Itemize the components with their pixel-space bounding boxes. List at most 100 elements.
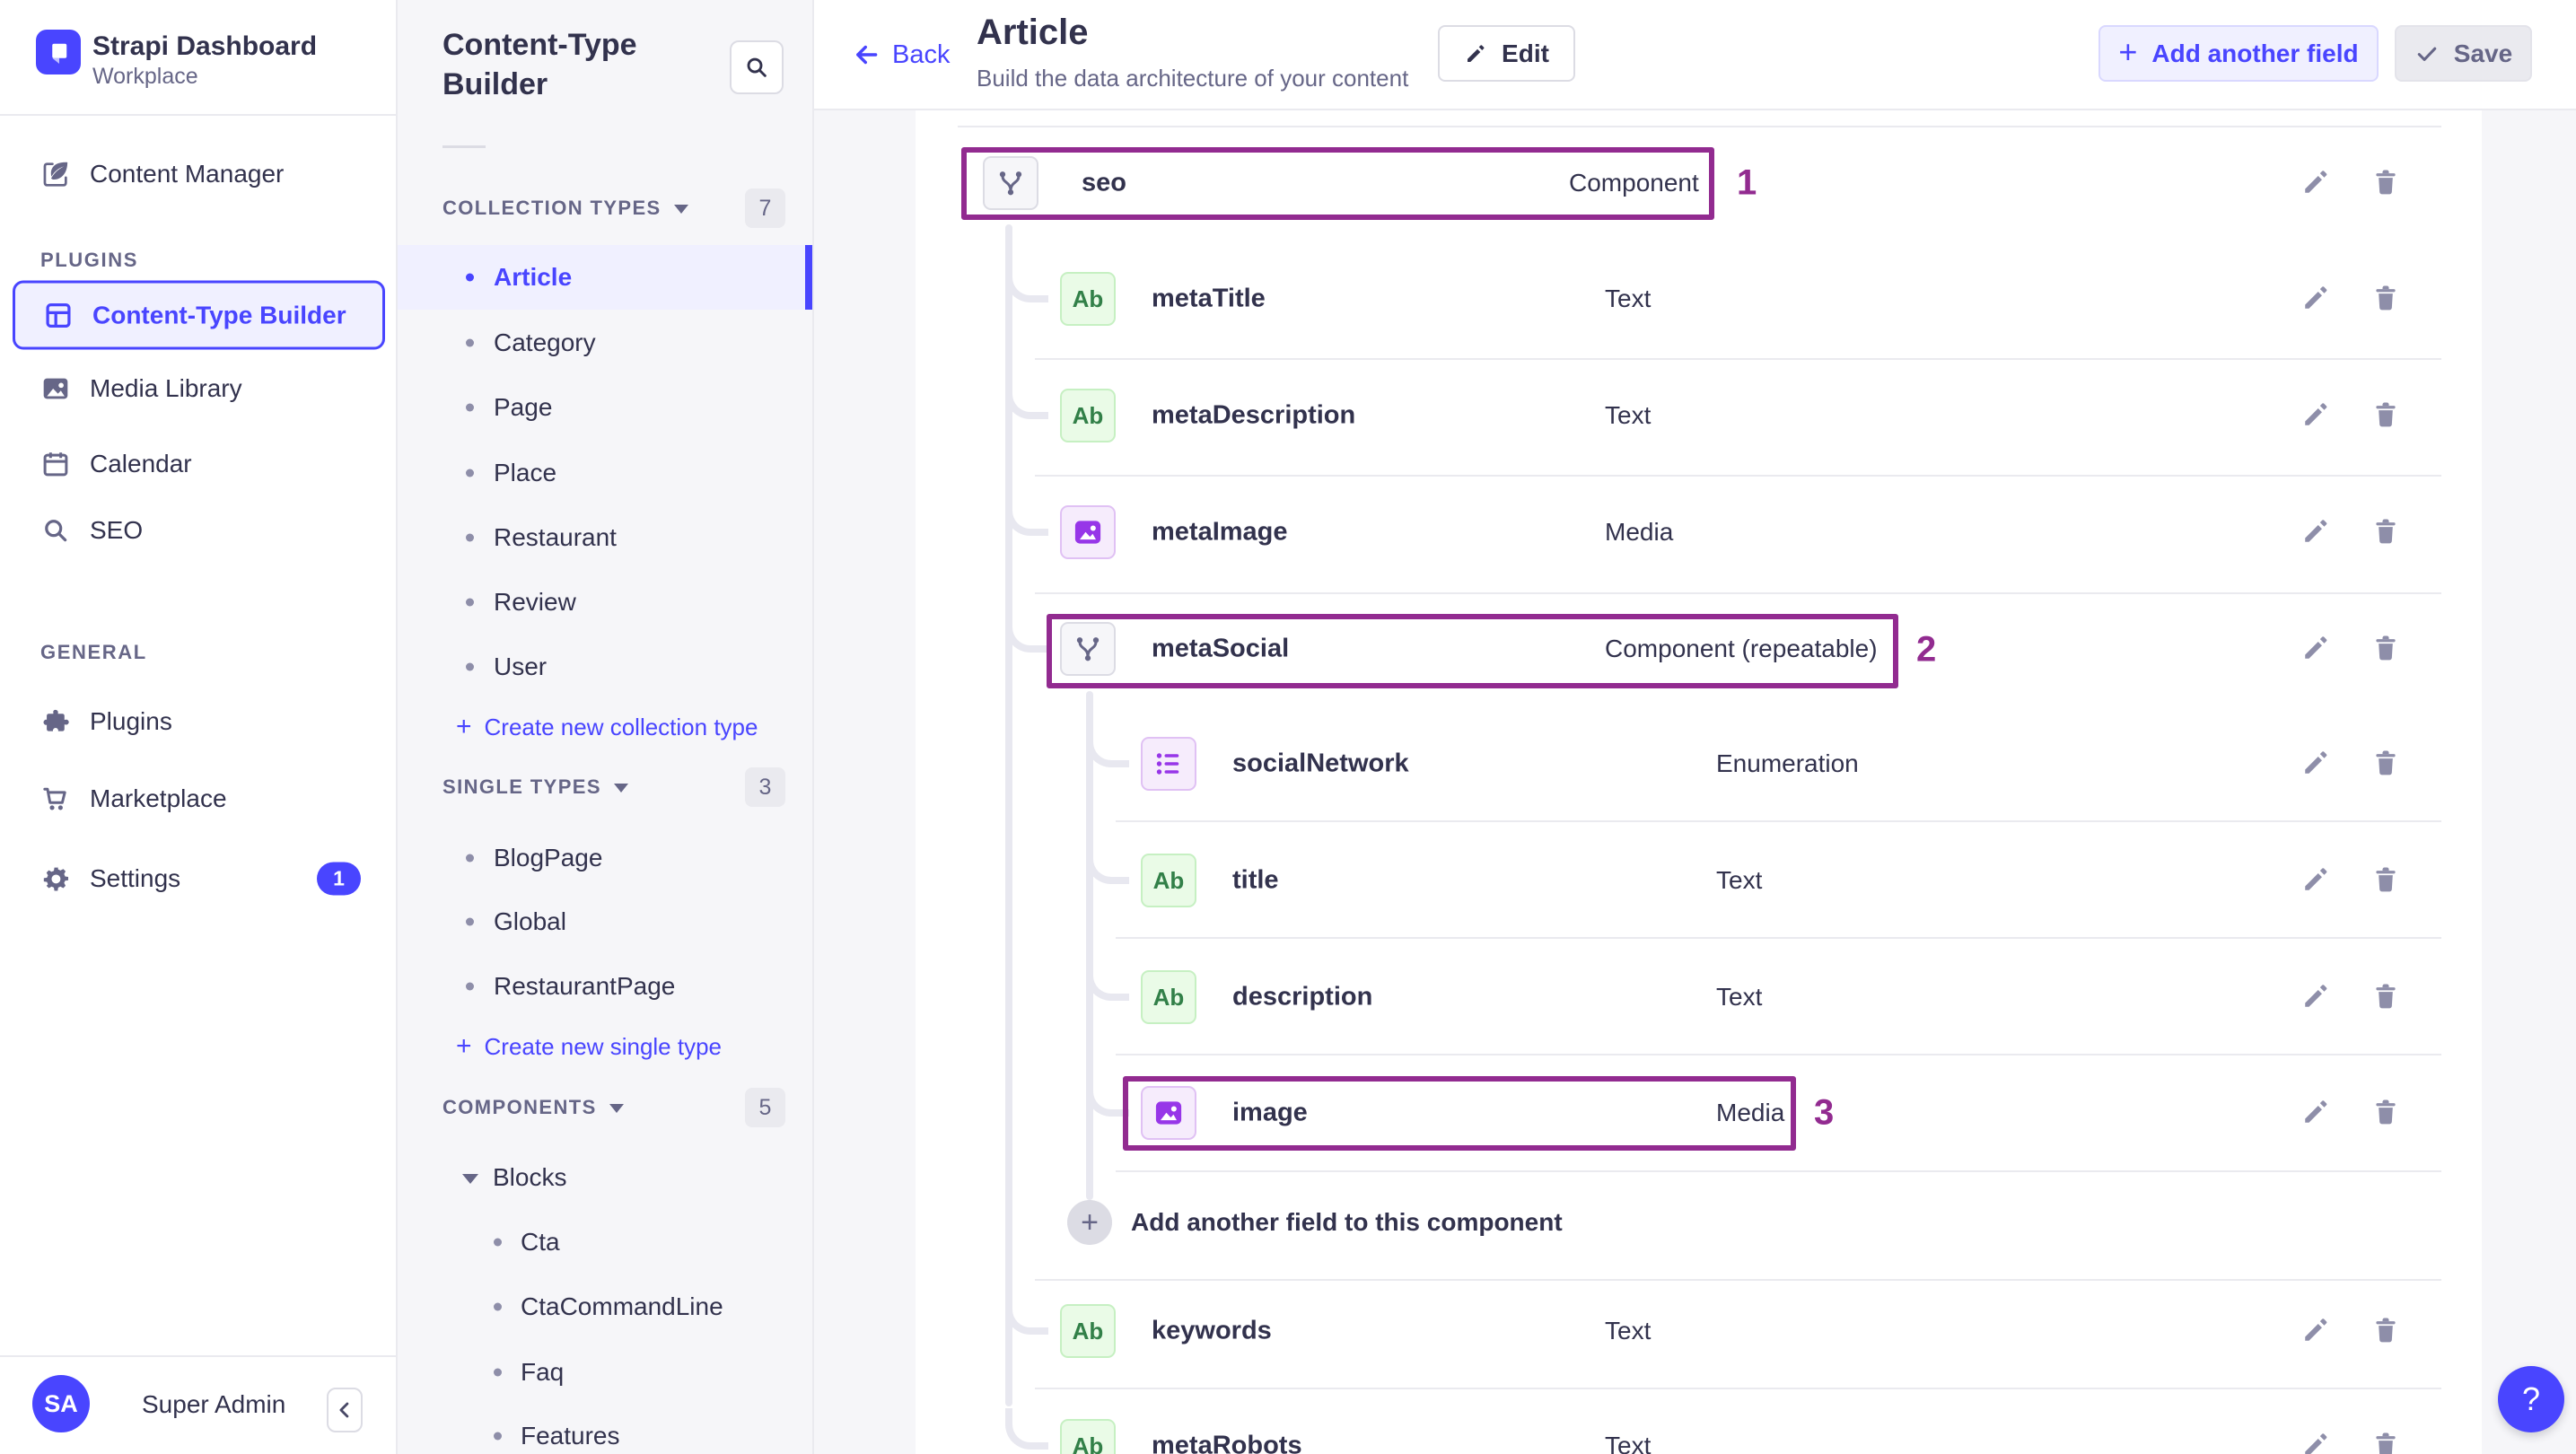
save-label: Save [2453,39,2513,67]
sidebar-item-plugins[interactable]: Plugins [0,688,396,756]
delete-field-button[interactable] [2368,1313,2404,1349]
delete-field-button[interactable] [2368,514,2404,550]
edit-field-button[interactable] [2298,165,2334,201]
add-field-to-component-button[interactable]: + [1067,1200,1112,1245]
delete-field-button[interactable] [2368,631,2404,667]
annotation-number-3: 3 [1814,1092,1835,1133]
component-group-blocks[interactable]: Blocks [462,1163,566,1192]
bullet-icon [466,854,474,863]
divider [442,145,486,148]
edit-field-button[interactable] [2298,1313,2334,1349]
sidebar-item-seo[interactable]: SEO [0,496,396,565]
section-header-components[interactable]: COMPONENTS [442,1096,624,1119]
delete-field-button[interactable] [2368,398,2404,434]
field-type-icon text-icon: Ab [1060,1304,1116,1358]
sidebar-item-blogpage[interactable]: BlogPage [398,826,812,890]
delete-field-button[interactable] [2368,1428,2404,1454]
section-title: SINGLE TYPES [442,775,601,798]
sidebar-item-cta[interactable]: Cta [398,1210,812,1274]
bullet-icon [466,662,474,671]
edit-field-button[interactable] [2298,514,2334,550]
sidebar-item-user[interactable]: User [398,635,812,699]
edit-field-button[interactable] [2298,398,2334,434]
delete-field-button[interactable] [2368,863,2404,898]
sidebar-item-article[interactable]: Article [398,245,812,310]
cart-icon [40,784,71,814]
edit-field-button[interactable] [2298,863,2334,898]
sidebar-item-marketplace[interactable]: Marketplace [0,765,396,833]
content-area: seo Component Ab metaTitle Text Ab metaDescrip… [814,110,2576,1454]
field-row-seo: seo Component [916,125,2482,241]
sidebar-item-category[interactable]: Category [398,311,812,375]
help-button[interactable]: ? [2498,1366,2564,1432]
sidebar-item-ctacommandline[interactable]: CtaCommandLine [398,1274,812,1339]
sidebar-item-global[interactable]: Global [398,889,812,954]
section-header-single-types[interactable]: SINGLE TYPES [442,775,628,799]
field-name: metaSocial [1152,634,1290,663]
field-row-metaSocial: metaSocial Component (repeatable) [916,591,2482,707]
item-label: Cta [521,1228,560,1256]
delete-field-button[interactable] [2368,1095,2404,1131]
delete-field-button[interactable] [2368,165,2404,201]
field-type: Media [1716,1099,1785,1126]
plus-icon: + [2118,32,2138,70]
panel-title: Content-Type Builder [442,28,637,101]
field-name: keywords [1152,1316,1272,1345]
plus-icon: + [456,1031,472,1061]
sidebar-item-restaurantpage[interactable]: RestaurantPage [398,954,812,1019]
field-type-icon text-icon: Ab [1060,272,1116,326]
active-indicator [805,245,812,310]
sidebar-item-label: SEO [90,516,144,544]
sidebar-item-faq[interactable]: Faq [398,1340,812,1405]
create-new-single-type-link[interactable]: + Create new single type [456,1031,722,1062]
chevron-down-icon [609,1104,624,1114]
page-subtitle: Build the data architecture of your cont… [977,65,1409,92]
edit-field-button[interactable] [2298,746,2334,782]
sidebar-item-content-type-builder[interactable]: Content-Type Builder [13,280,385,350]
add-another-field-button[interactable]: + Add another field [2098,25,2379,82]
save-button[interactable]: Save [2395,25,2532,82]
sidebar-item-content-manager[interactable]: Content Manager [0,140,396,208]
search-button[interactable] [730,40,784,94]
create-new-collection-type-link[interactable]: + Create new collection type [456,712,758,742]
delete-field-button[interactable] [2368,746,2404,782]
edit-button[interactable]: Edit [1438,25,1575,82]
sidebar-item-label: Marketplace [90,784,227,812]
field-type: Media [1605,518,1674,546]
avatar[interactable]: SA [32,1375,90,1432]
edit-label: Edit [1502,39,1549,67]
field-name: seo [1082,168,1126,197]
bullet-icon [466,598,474,607]
chevron-left-icon [332,1397,357,1423]
fields-list: seo Component Ab metaTitle Text Ab metaDescrip… [916,110,2482,1454]
item-label: User [494,653,548,680]
sidebar-item-label: Content-Type Builder [92,301,346,328]
field-name: metaImage [1152,517,1288,547]
edit-field-button[interactable] [2298,1428,2334,1454]
sidebar-item-restaurant[interactable]: Restaurant [398,505,812,570]
item-label: Category [494,328,596,356]
sidebar-item-calendar[interactable]: Calendar [0,430,396,498]
edit-field-button[interactable] [2298,1095,2334,1131]
sidebar-item-features[interactable]: Features [398,1404,812,1454]
annotation-number-2: 2 [1916,629,1937,670]
field-type: Enumeration [1716,749,1859,777]
delete-field-button[interactable] [2368,979,2404,1015]
field-name: metaDescription [1152,400,1356,430]
sidebar-item-review[interactable]: Review [398,570,812,635]
add-field-to-component-label[interactable]: Add another field to this component [1131,1208,1563,1237]
back-link[interactable]: Back [851,39,950,70]
sidebar-item-page[interactable]: Page [398,375,812,440]
edit-field-button[interactable] [2298,281,2334,317]
edit-field-button[interactable] [2298,631,2334,667]
sidebar-item-place[interactable]: Place [398,441,812,505]
section-header-collection-types[interactable]: COLLECTION TYPES [442,197,688,220]
delete-field-button[interactable] [2368,281,2404,317]
calendar-icon [40,449,71,479]
collapse-sidebar-button[interactable] [327,1388,363,1432]
main-sidebar: Strapi Dashboard Workplace Content Manag… [0,0,398,1454]
sidebar-item-media-library[interactable]: Media Library [0,355,396,423]
page-title: Article [977,13,1089,52]
edit-field-button[interactable] [2298,979,2334,1015]
field-type-icon text-icon: Ab [1141,970,1196,1024]
